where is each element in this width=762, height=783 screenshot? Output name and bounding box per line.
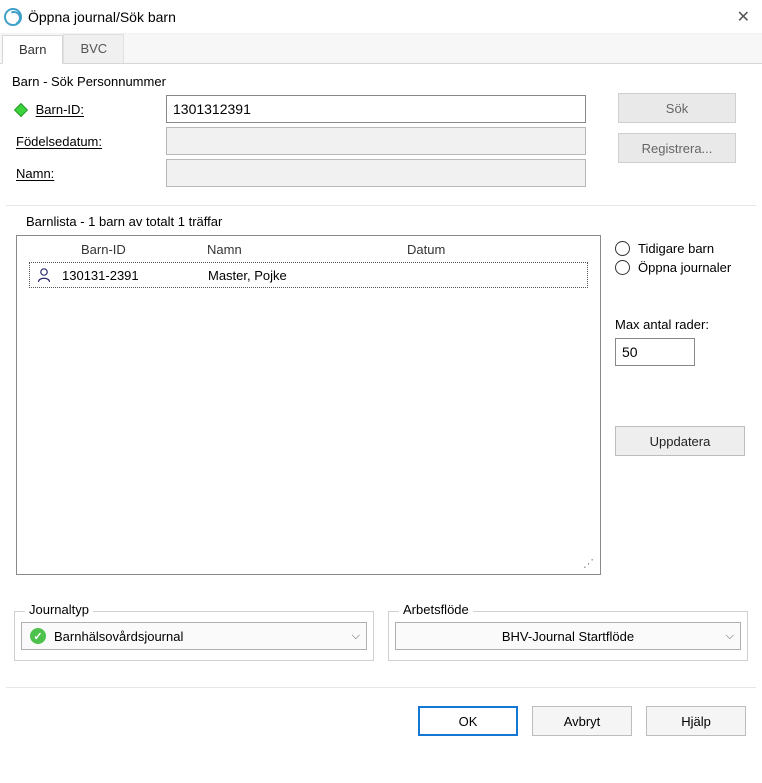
max-antal-label: Max antal rader: (615, 317, 746, 332)
barn-id-label: Barn-ID: (6, 102, 166, 117)
arbetsflode-legend: Arbetsflöde (399, 602, 473, 617)
row-namn: Master, Pojke (208, 268, 408, 283)
fodelsedatum-label-text: Födelsedatum: (16, 134, 102, 149)
chevron-down-icon: ⌵ (726, 630, 734, 643)
search-section-title: Barn - Sök Personnummer (12, 74, 756, 89)
barnlista-list[interactable]: Barn-ID Namn Datum 130131-2391 Master, P… (16, 235, 601, 575)
journaltyp-group: Journaltyp ✓ Barnhälsovårdsjournal ⌵ (14, 611, 374, 661)
journaltyp-select[interactable]: ✓ Barnhälsovårdsjournal ⌵ (21, 622, 367, 650)
tab-bvc[interactable]: BVC (63, 34, 124, 63)
app-icon (4, 8, 22, 26)
required-indicator-icon (14, 103, 28, 117)
sok-button[interactable]: Sök (618, 93, 736, 123)
hjalp-button[interactable]: Hjälp (646, 706, 746, 736)
radio-tidigare-label: Tidigare barn (638, 241, 714, 256)
radio-oppna-journaler[interactable]: Öppna journaler (615, 260, 746, 275)
dialog-button-row: OK Avbryt Hjälp (6, 687, 756, 736)
registrera-button[interactable]: Registrera... (618, 133, 736, 163)
check-icon: ✓ (30, 628, 46, 644)
close-icon[interactable]: ✕ (729, 7, 758, 27)
arbetsflode-group: Arbetsflöde BHV-Journal Startflöde ⌵ (388, 611, 748, 661)
table-row[interactable]: 130131-2391 Master, Pojke (29, 262, 588, 288)
uppdatera-button[interactable]: Uppdatera (615, 426, 745, 456)
radio-oppna-label: Öppna journaler (638, 260, 731, 275)
col-namn[interactable]: Namn (207, 242, 407, 257)
col-datum[interactable]: Datum (407, 242, 600, 257)
chevron-down-icon: ⌵ (352, 630, 360, 643)
namn-label: Namn: (6, 166, 166, 181)
tab-bar: Barn BVC (0, 34, 762, 64)
barnlista-title: Barnlista - 1 barn av totalt 1 träffar (26, 214, 752, 229)
arbetsflode-select[interactable]: BHV-Journal Startflöde ⌵ (395, 622, 741, 650)
resize-grip-icon[interactable]: ⋰ (583, 557, 594, 570)
ok-button[interactable]: OK (418, 706, 518, 736)
namn-input (166, 159, 586, 187)
radio-tidigare-barn[interactable]: Tidigare barn (615, 241, 746, 256)
list-header: Barn-ID Namn Datum (17, 236, 600, 262)
journaltyp-legend: Journaltyp (25, 602, 93, 617)
person-icon (30, 267, 58, 283)
namn-label-text: Namn: (16, 166, 54, 181)
journaltyp-value: Barnhälsovårdsjournal (54, 629, 183, 644)
avbryt-button[interactable]: Avbryt (532, 706, 632, 736)
radio-icon (615, 241, 630, 256)
divider (6, 205, 756, 206)
arbetsflode-value: BHV-Journal Startflöde (502, 629, 634, 644)
row-barn-id: 130131-2391 (58, 268, 208, 283)
tab-barn[interactable]: Barn (2, 35, 63, 64)
barn-id-input[interactable] (166, 95, 586, 123)
fodelsedatum-label: Födelsedatum: (6, 134, 166, 149)
title-bar: Öppna journal/Sök barn ✕ (0, 0, 762, 34)
window-title: Öppna journal/Sök barn (28, 9, 729, 25)
barn-id-label-text: Barn-ID: (36, 102, 84, 117)
col-barn-id[interactable]: Barn-ID (59, 242, 207, 257)
max-antal-input[interactable] (615, 338, 695, 366)
radio-icon (615, 260, 630, 275)
fodelsedatum-input (166, 127, 586, 155)
